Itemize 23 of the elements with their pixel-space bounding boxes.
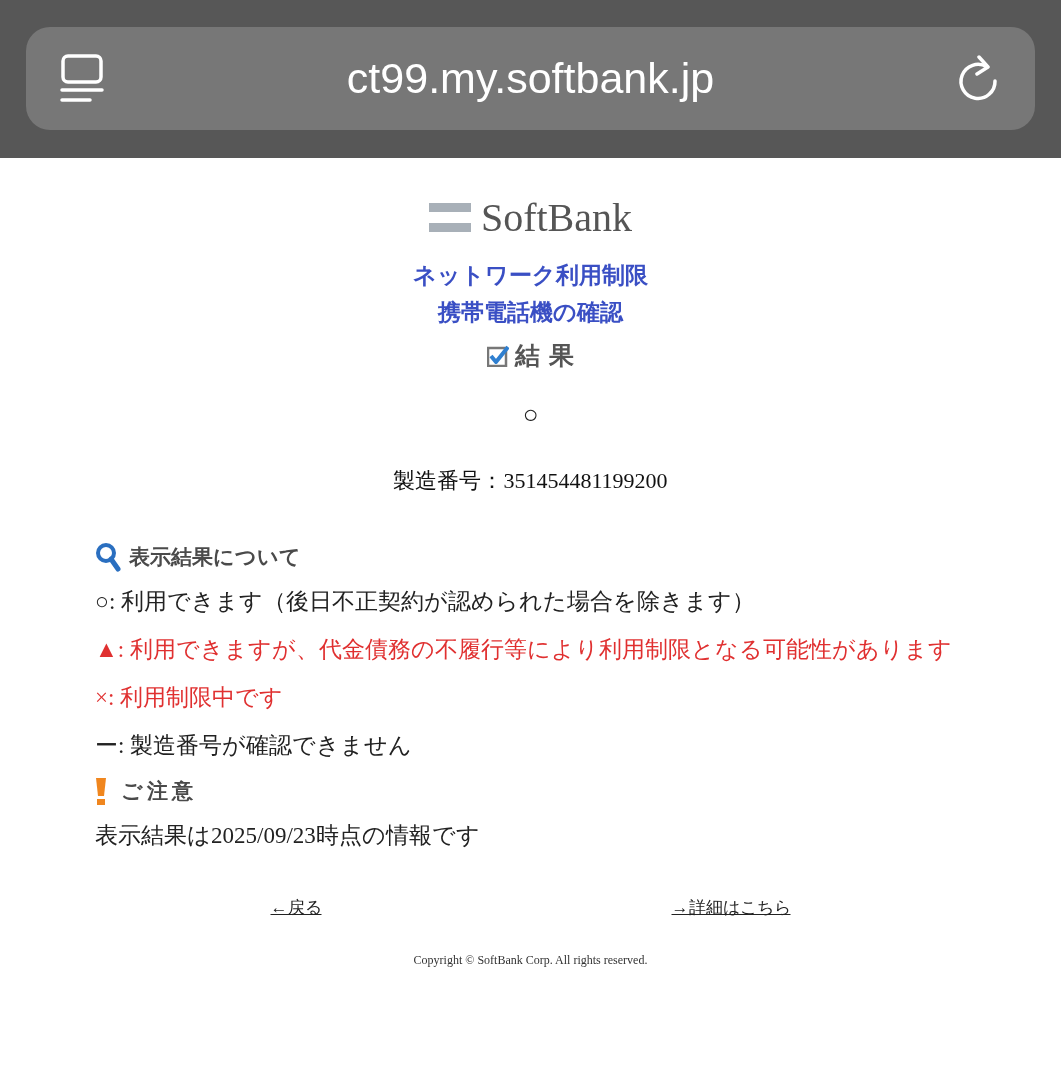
nav-link[interactable]: →詳細はこちら <box>671 896 791 919</box>
legend-text: ○: 利用できます（後日不正契約が認められた場合を除きます） <box>95 588 757 616</box>
nav-link[interactable]: ←戻る <box>270 896 322 919</box>
search-icon <box>95 542 121 572</box>
page-menu-icon[interactable] <box>60 53 104 104</box>
exclamation-icon <box>95 777 107 805</box>
serial-number: 製造番号：351454481199200 <box>393 467 668 495</box>
page-title: 携帯電話機の確認 <box>438 299 623 327</box>
result-heading: 結 果 <box>515 340 574 372</box>
legend-text: ▲: 利用できますが、代金債務の不履行等により利用制限となる可能性があります <box>95 636 953 664</box>
notice-text: 表示結果は2025/09/23時点の情報です <box>95 822 481 850</box>
legend-text: ー: 製造番号が確認できません <box>95 732 414 760</box>
logo-bars-icon <box>428 201 471 234</box>
checkbox-icon <box>487 344 510 367</box>
page-title: ネットワーク利用制限 <box>413 262 648 290</box>
logo-text: SoftBank <box>480 194 633 241</box>
legend-text: ×: 利用制限中です <box>95 684 285 712</box>
result-symbol: ○ <box>522 400 539 430</box>
section-heading: ご注意 <box>121 778 197 805</box>
address-bar[interactable]: ct99.my.softbank.jp <box>26 27 1035 130</box>
url-text[interactable]: ct99.my.softbank.jp <box>104 54 957 103</box>
copyright-text: Copyright © SoftBank Corp. All rights reserved. <box>413 953 648 968</box>
section-heading: 表示結果について <box>129 544 301 571</box>
